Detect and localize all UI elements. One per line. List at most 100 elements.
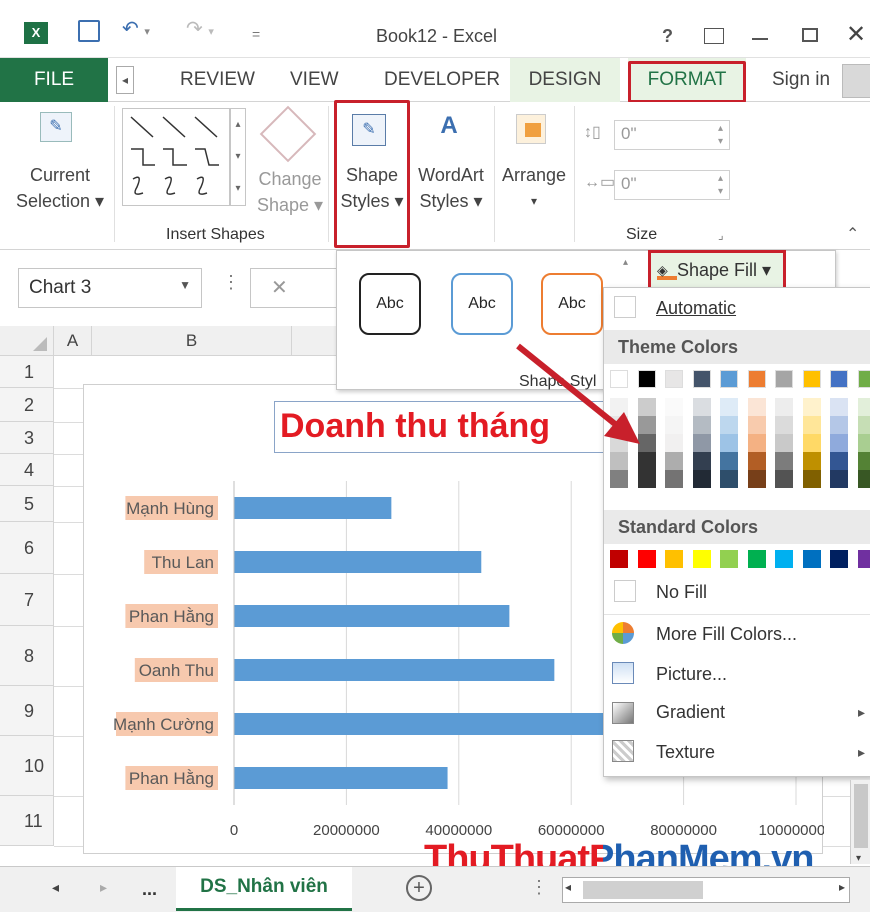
tab-scroll-left-icon[interactable]: ◂ (116, 66, 134, 94)
arrange-chevron[interactable]: ▾ (496, 188, 572, 214)
arrange-label[interactable]: Arrange (496, 162, 572, 188)
more-fill-colors-option[interactable]: More Fill Colors... (656, 624, 797, 645)
theme-color-swatch[interactable] (775, 370, 793, 388)
theme-color-shade[interactable] (802, 452, 821, 470)
shapes-gallery[interactable] (122, 108, 230, 206)
row-header-7[interactable]: 7 (0, 574, 54, 626)
wordart-styles-label-2[interactable]: Styles ▾ (412, 188, 490, 214)
theme-color-swatch[interactable] (665, 370, 683, 388)
ribbon-display-icon[interactable] (704, 28, 724, 44)
size-dialog-launcher-icon[interactable]: ⌟ (718, 228, 724, 242)
theme-color-shade[interactable] (692, 470, 711, 488)
standard-color-swatch[interactable] (857, 550, 870, 568)
theme-color-shade[interactable] (665, 434, 683, 452)
theme-color-swatch[interactable] (830, 370, 848, 388)
theme-color-shade[interactable] (802, 470, 821, 488)
theme-color-shade[interactable] (665, 470, 683, 488)
sign-in-link[interactable]: Sign in (772, 58, 830, 102)
texture-option[interactable]: Texture (656, 742, 715, 763)
name-box[interactable]: Chart 3 ▼ (18, 268, 202, 308)
gradient-option[interactable]: Gradient (656, 702, 725, 723)
gallery-scroll-up-icon[interactable]: ▴ (623, 257, 628, 268)
column-header-a[interactable]: A (54, 326, 92, 356)
collapse-ribbon-icon[interactable]: ⌃ (846, 224, 859, 244)
horizontal-scrollbar[interactable]: ◂ ▸ (562, 877, 850, 903)
theme-color-shade[interactable] (720, 434, 738, 452)
theme-color-shade[interactable] (720, 398, 738, 416)
standard-color-swatch[interactable] (637, 550, 656, 568)
row-header-10[interactable]: 10 (0, 736, 54, 796)
sheet-prev-icon[interactable]: ◂ (52, 879, 59, 896)
theme-color-swatch[interactable] (857, 370, 870, 388)
cancel-formula-icon[interactable]: ✕ (250, 268, 340, 308)
current-selection-label-2[interactable]: Selection ▾ (10, 188, 110, 214)
change-shape-label[interactable]: Change (248, 166, 332, 192)
theme-color-shade[interactable] (665, 452, 683, 470)
format-selection-icon[interactable]: ✎ (40, 112, 72, 142)
bar-5[interactable] (234, 767, 448, 789)
sheet-next-icon[interactable]: ▸ (100, 879, 107, 896)
close-icon[interactable]: ✕ (846, 20, 866, 49)
theme-color-shade[interactable] (692, 452, 711, 470)
theme-color-shade[interactable] (637, 470, 656, 488)
wordart-icon[interactable]: A (434, 112, 464, 144)
formula-more-icon[interactable]: ⋮ (222, 272, 240, 293)
width-input[interactable]: 0" ▴ ▾ (614, 170, 730, 200)
theme-color-shade[interactable] (720, 470, 738, 488)
theme-color-shade[interactable] (775, 452, 793, 470)
standard-color-swatch[interactable] (747, 550, 766, 568)
theme-color-shade[interactable] (830, 398, 848, 416)
row-header-6[interactable]: 6 (0, 522, 54, 574)
theme-color-shade[interactable] (747, 452, 766, 470)
theme-color-shade[interactable] (857, 470, 870, 488)
theme-color-swatch[interactable] (720, 370, 738, 388)
shape-style-preview-2[interactable]: Abc (451, 273, 513, 335)
theme-color-shade[interactable] (720, 416, 738, 434)
customize-qat-icon[interactable]: = (252, 26, 260, 42)
bar-2[interactable] (234, 605, 510, 627)
theme-color-shade[interactable] (692, 434, 711, 452)
theme-color-shade[interactable] (775, 416, 793, 434)
shapes-gallery-scroll[interactable]: ▴ ▾ ▾ (230, 108, 246, 206)
no-fill-option[interactable]: No Fill (656, 582, 707, 603)
standard-color-swatch[interactable] (802, 550, 821, 568)
theme-color-shade[interactable] (802, 434, 821, 452)
theme-color-shade[interactable] (692, 398, 711, 416)
theme-color-shade[interactable] (830, 470, 848, 488)
theme-color-shade[interactable] (830, 416, 848, 434)
change-shape-icon[interactable] (259, 105, 317, 163)
no-fill-swatch[interactable] (614, 580, 636, 602)
tab-file[interactable]: FILE (0, 58, 108, 102)
theme-color-shade[interactable] (775, 434, 793, 452)
column-header-b[interactable]: B (92, 326, 292, 356)
select-all-corner[interactable] (0, 326, 54, 356)
help-button[interactable]: ? (662, 26, 673, 47)
standard-color-swatch[interactable] (610, 550, 628, 568)
theme-color-shade[interactable] (830, 434, 848, 452)
theme-color-shade[interactable] (857, 398, 870, 416)
theme-color-shade[interactable] (775, 398, 793, 416)
row-header-1[interactable]: 1 (0, 356, 54, 388)
bar-1[interactable] (234, 551, 482, 573)
standard-color-swatch[interactable] (775, 550, 793, 568)
bar-0[interactable] (234, 497, 392, 519)
shape-style-preview-1[interactable]: Abc (359, 273, 421, 335)
standard-color-swatch[interactable] (692, 550, 711, 568)
bar-4[interactable] (234, 713, 634, 735)
theme-color-shade[interactable] (610, 470, 628, 488)
minimize-icon[interactable] (752, 38, 768, 40)
undo-icon[interactable]: ↶ ▾ (122, 16, 150, 41)
row-header-11[interactable]: 11 (0, 796, 54, 846)
theme-color-shade[interactable] (857, 416, 870, 434)
maximize-icon[interactable] (802, 28, 818, 42)
tab-design[interactable]: DESIGN (510, 58, 620, 102)
sheet-tabs-more[interactable]: ... (142, 879, 157, 900)
tab-review[interactable]: REVIEW (180, 58, 255, 102)
tab-view[interactable]: VIEW (290, 58, 339, 102)
redo-icon[interactable]: ↷ ▾ (186, 16, 214, 41)
theme-color-swatch[interactable] (747, 370, 766, 388)
row-header-8[interactable]: 8 (0, 626, 54, 686)
automatic-swatch[interactable] (614, 296, 636, 318)
shape-style-preview-3[interactable]: Abc (541, 273, 603, 335)
height-input[interactable]: 0" ▴ ▾ (614, 120, 730, 150)
